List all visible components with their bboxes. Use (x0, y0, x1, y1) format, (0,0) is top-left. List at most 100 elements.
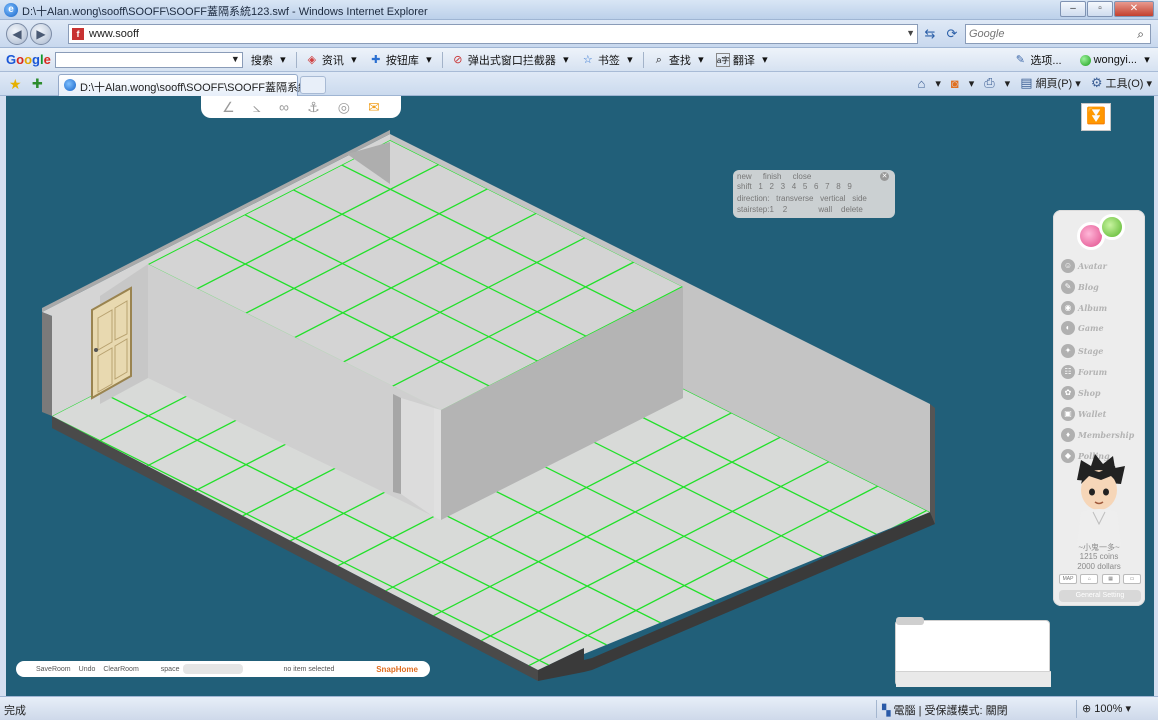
chevron-down-icon[interactable]: ▼ (231, 54, 240, 64)
sidebar-item-forum[interactable]: ☷ Forum (1061, 364, 1141, 380)
security-zone[interactable]: ▚ 電腦 | 受保護模式: 關閉 (882, 702, 1008, 718)
delete-button[interactable]: delete (841, 205, 863, 214)
sidebar-item-membership[interactable]: ♦ Membership (1061, 427, 1141, 443)
zoom-control[interactable]: ⊕ 100% ▾ (1082, 702, 1131, 715)
side-button[interactable]: side (852, 194, 867, 203)
link-icon[interactable]: ∞ (279, 99, 289, 115)
divider (642, 51, 644, 68)
back-button[interactable]: ◀ (6, 23, 28, 45)
zoom-icon: ⊕ (1082, 703, 1092, 715)
wallet-icon: ▣ (1061, 407, 1075, 421)
close-icon[interactable]: ✕ (880, 172, 889, 181)
compatibility-icon[interactable]: ⇆ (922, 26, 938, 42)
close-window-button[interactable]: ✕ (1114, 1, 1154, 17)
print-dropdown-icon[interactable]: ▾ (1005, 77, 1011, 90)
search-box[interactable]: ⌕ (965, 24, 1151, 44)
bookmarks-button[interactable]: ☆ 书签 ▾ (581, 52, 637, 68)
rotate-right-icon[interactable]: ⦣ (253, 99, 261, 116)
chat-input[interactable] (896, 671, 1051, 687)
print-icon[interactable]: ⎙ (984, 75, 994, 91)
address-field[interactable]: f www.sooff ▼ (68, 24, 918, 44)
sidebar-item-wallet[interactable]: ▣ Wallet (1061, 406, 1141, 422)
wall-button[interactable]: wall (818, 205, 832, 214)
options-button[interactable]: ✎ 选项... (1013, 52, 1062, 68)
sidebar-item-album[interactable]: ◉ Album (1061, 300, 1141, 316)
shift-option-7[interactable]: 7 (825, 182, 829, 191)
google-search-input[interactable]: ▼ (54, 51, 243, 68)
collapse-panel-button[interactable]: ⏬ (1081, 103, 1111, 131)
button-gallery-button[interactable]: ✚ 按钮库 ▾ (369, 52, 436, 68)
sidebar-item-game[interactable]: ◐ Game (1061, 320, 1141, 336)
map-button[interactable]: MAP (1059, 574, 1077, 584)
snap-home-button[interactable]: SnapHome (376, 665, 418, 674)
news-icon: ◈ (307, 53, 317, 66)
shift-option-4[interactable]: 4 (792, 182, 796, 191)
general-setting-button[interactable]: General Setting (1059, 590, 1141, 602)
add-favorite-icon[interactable]: ✚ (32, 76, 43, 92)
favorites-star-icon[interactable]: ★ (9, 76, 22, 93)
flash-stage[interactable]: ∠ ⦣ ∞ ⚓ ◎ ✉ ⏬ ✕ new finish close shift 1… (0, 96, 1158, 696)
transverse-button[interactable]: transverse (776, 194, 813, 203)
close-button[interactable]: close (793, 172, 812, 181)
save-room-button[interactable]: SaveRoom (36, 666, 71, 673)
divider (441, 51, 443, 68)
shift-option-3[interactable]: 3 (781, 182, 785, 191)
divider (876, 700, 877, 718)
google-search-button[interactable]: 搜索 ▾ (251, 52, 290, 68)
isometric-room[interactable] (0, 96, 1158, 696)
translate-button[interactable]: a字 翻译 ▾ (715, 52, 772, 68)
restore-button[interactable]: ▫ (1087, 1, 1113, 17)
wrench-icon: ✎ (1015, 54, 1026, 66)
shift-option-9[interactable]: 9 (847, 182, 851, 191)
minimize-button[interactable]: – (1060, 1, 1086, 17)
anchor-icon[interactable]: ⚓ (307, 99, 320, 116)
undo-button[interactable]: Undo (79, 666, 96, 673)
forward-button[interactable]: ▶ (30, 23, 52, 45)
door-handle-icon (94, 348, 98, 352)
stairstep-2-button[interactable]: 2 (783, 205, 787, 214)
search-icon[interactable]: ⌕ (1137, 27, 1144, 42)
home-icon[interactable]: ⌂ (917, 76, 925, 91)
rotate-left-icon[interactable]: ∠ (222, 99, 235, 116)
game-icon: ◐ (1061, 321, 1075, 335)
sidebar-item-stage[interactable]: ✦ Stage (1061, 343, 1141, 359)
clear-room-button[interactable]: ClearRoom (103, 666, 138, 673)
tab-active[interactable]: D:\十Alan.wong\sooff\SOOFF\SOOFF蓋隔系統... (58, 74, 318, 96)
find-button[interactable]: ⌕ 查找 ▾ (652, 52, 708, 68)
sidebar-item-avatar[interactable]: ☺ Avatar (1061, 258, 1141, 274)
tools-menu[interactable]: ⚙ 工具(O) ▾ (1091, 75, 1152, 91)
stairstep-1-button[interactable]: stairstep:1 (737, 205, 774, 214)
shift-option-5[interactable]: 5 (803, 182, 807, 191)
new-button[interactable]: new (737, 172, 752, 181)
sidebar-item-shop[interactable]: ✿ Shop (1061, 385, 1141, 401)
shift-option-6[interactable]: 6 (814, 182, 818, 191)
new-tab-button[interactable] (300, 76, 326, 94)
grid-icon[interactable]: ▦ (1101, 574, 1120, 584)
popup-blocker-button[interactable]: ⊘ 弹出式窗口拦截器 ▾ (451, 52, 573, 68)
rss-dropdown-icon[interactable]: ▾ (969, 77, 975, 90)
home-dropdown-icon[interactable]: ▾ (935, 77, 941, 90)
search-input[interactable] (969, 27, 1127, 41)
news-button[interactable]: ◈ 资讯 ▾ (305, 52, 361, 68)
back-right-wall-edge (930, 404, 935, 524)
avatar-icon: ☺ (1061, 259, 1075, 273)
address-dropdown-icon[interactable]: ▼ (906, 28, 915, 38)
chat-box[interactable] (895, 617, 1051, 687)
page-menu[interactable]: ▤ 網頁(P) ▾ (1020, 75, 1081, 91)
home-icon[interactable]: ⌂ (1080, 574, 1099, 584)
vertical-button[interactable]: vertical (820, 194, 845, 203)
shift-option-8[interactable]: 8 (836, 182, 840, 191)
space-meter (183, 664, 244, 674)
chat-tab[interactable] (896, 617, 924, 625)
target-icon[interactable]: ◎ (338, 99, 350, 116)
shift-option-1[interactable]: 1 (758, 182, 762, 191)
user-avatar-character[interactable] (1071, 454, 1127, 546)
shift-option-2[interactable]: 2 (769, 182, 773, 191)
rss-icon[interactable]: ◙ (951, 76, 959, 91)
mail-icon[interactable]: ✉ (368, 99, 380, 116)
refresh-icon[interactable]: ⟳ (944, 26, 960, 42)
sidebar-item-blog[interactable]: ✎ Blog (1061, 279, 1141, 295)
finish-button[interactable]: finish (763, 172, 782, 181)
keyboard-icon[interactable]: ▭ (1122, 574, 1141, 584)
google-account-button[interactable]: wongyi... ▾ (1079, 52, 1154, 68)
